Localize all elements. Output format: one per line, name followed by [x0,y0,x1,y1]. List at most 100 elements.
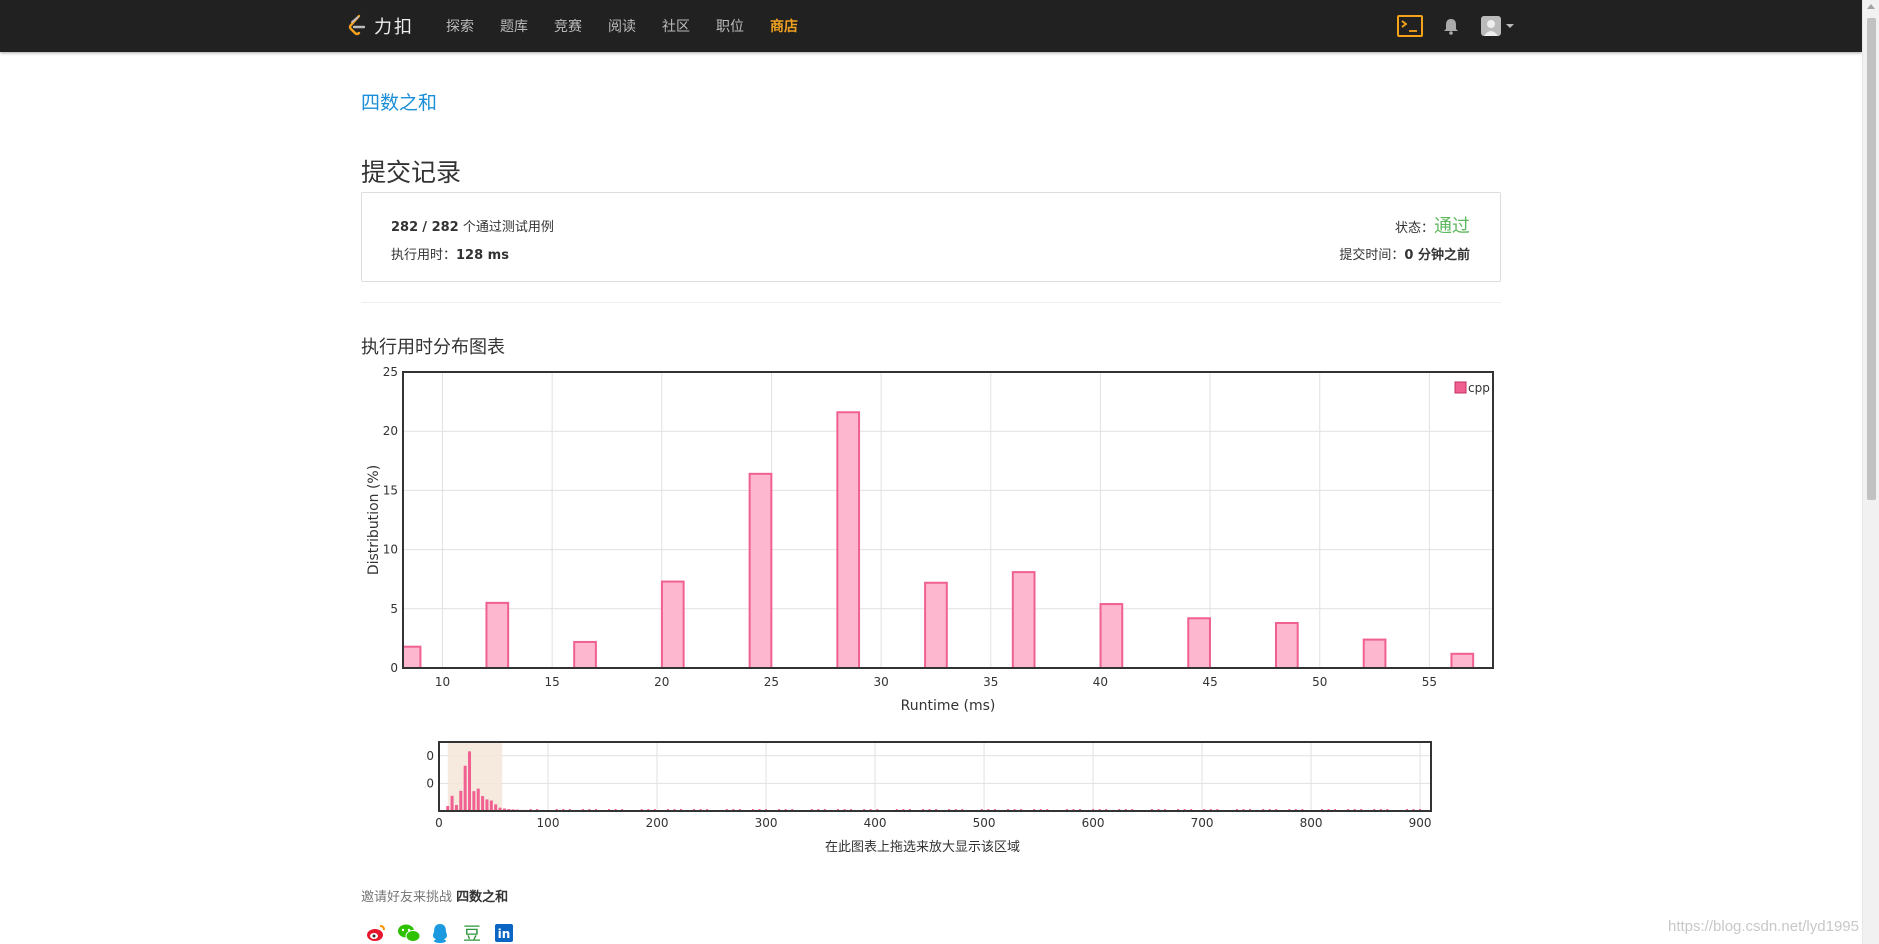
runtime-value: 128 ms [456,248,509,263]
chart-bar [485,601,510,670]
x-tick-label: 0 [435,816,443,830]
vertical-scrollbar[interactable] [1862,0,1879,944]
nav-jobs[interactable]: 职位 [716,16,744,36]
status-label: 状态： [1394,221,1434,236]
runtime-distribution-chart[interactable]: 10 15 20 25 30 35 40 45 50 55 0 5 10 15 20 25 Runtime (m… [361,362,1511,722]
runtime-chart-title: 执行用时分布图表 [361,337,505,358]
overview-bar [450,795,454,811]
user-icon [1484,20,1498,36]
x-tick-label: 20 [654,675,669,689]
runtime-line: 执行用时：128 ms [391,244,509,263]
linkedin-text: in [498,927,511,941]
x-tick-label: 40 [1093,675,1108,689]
submission-result-box: 282 / 282 个通过测试用例 执行用时：128 ms 状态：通过 提交时间… [361,192,1501,282]
overview-bar [476,788,480,811]
y-tick-label: 5 [390,602,398,616]
bell-icon [1444,19,1458,35]
console-icon [1397,15,1423,37]
avatar[interactable] [1481,16,1501,36]
problem-title-link[interactable]: 四数之和 [361,88,437,115]
x-tick-label: 45 [1202,675,1217,689]
invite-problem-name: 四数之和 [456,890,509,905]
plot-frame [402,371,1494,669]
x-tick-label: 10 [435,675,450,689]
status-line: 状态：通过 [1395,212,1470,238]
nav-problems[interactable]: 题库 [500,16,528,36]
submit-time-line: 提交时间：0 分钟之前 [1339,244,1470,263]
status-badge[interactable]: 通过 [1434,216,1470,237]
invite-prefix: 邀请好友来挑战 [361,890,453,905]
weibo-icon[interactable] [365,922,387,944]
brand-name: 力扣 [374,17,414,38]
nav-reading[interactable]: 阅读 [608,16,636,36]
user-menu[interactable] [1481,0,1514,52]
watermark: https://blog.csdn.net/lyd1995 [1668,918,1859,935]
submit-time-label: 提交时间： [1339,248,1405,263]
x-tick-label: 500 [973,816,996,830]
invite-text: 邀请好友来挑战 四数之和 [361,886,508,905]
leetcode-logo-icon [348,14,366,36]
y-tick-label: 20 [425,749,434,763]
y-tick-label: 0 [390,661,398,675]
x-tick-label: 200 [646,816,669,830]
x-tick-label: 400 [864,816,887,830]
overview-bar [481,796,485,811]
nav-contest[interactable]: 竞赛 [554,16,582,36]
passed-count: 282 [391,220,419,235]
overview-bar [489,800,493,811]
chevron-down-icon [1506,24,1514,28]
chart-bar [1362,638,1387,670]
x-axis-label: Runtime (ms) [901,698,996,714]
chart-bar [1099,603,1124,669]
linkedin-icon[interactable]: in [493,922,515,944]
chart-bar [573,640,597,669]
console-button[interactable] [1397,0,1423,52]
scroll-thumb[interactable] [1867,18,1876,500]
x-tick-label: 100 [537,816,560,830]
douban-char: 豆 [463,924,481,944]
overview-bar [472,791,476,811]
legend-label: cpp [1468,381,1490,395]
overview-frame [438,741,1432,812]
x-tick-label: 300 [755,816,778,830]
nav-explore[interactable]: 探索 [446,16,474,36]
x-tick-label: 50 [1312,675,1327,689]
overview-bar [463,765,467,811]
legend-swatch [1454,381,1467,394]
chart-bar [1011,571,1036,669]
chart-bar [924,581,948,669]
runtime-overview-chart[interactable]: 0 100 200 300 400 500 600 700 800 900 10 20 [425,736,1440,836]
chart-bar [748,472,773,669]
x-tick-label: 900 [1409,816,1432,830]
y-axis-label: Distribution (%) [366,465,382,575]
x-tick-label: 55 [1422,675,1437,689]
chart-bar [1274,622,1299,669]
notifications-button[interactable] [1442,0,1460,52]
brand-logo[interactable]: 力扣 [346,12,414,40]
share-buttons: 豆 in [365,922,525,944]
y-tick-label: 25 [383,365,398,379]
nav-community[interactable]: 社区 [662,16,690,36]
nav-store[interactable]: 商店 [770,16,798,36]
overview-bar [459,790,463,811]
runtime-label: 执行用时： [391,248,457,263]
douban-icon[interactable]: 豆 [461,922,483,944]
wechat-icon[interactable] [397,922,421,944]
chart-bar [660,580,685,669]
top-navbar: 力扣 探索 题库 竞赛 阅读 社区 职位 商店 [0,0,1862,52]
qq-icon[interactable] [429,922,451,944]
page-title: 提交记录 [361,158,462,187]
main-nav: 探索 题库 竞赛 阅读 社区 职位 商店 [446,0,824,52]
chart-bar [1450,652,1475,669]
submit-time-value: 0 分钟之前 [1404,248,1470,263]
scroll-up-icon[interactable] [1867,4,1875,9]
x-tick-label: 25 [764,675,779,689]
y-tick-label: 20 [383,424,398,438]
chart-bar [402,645,422,669]
section-divider [361,302,1501,303]
x-tick-label: 30 [873,675,888,689]
x-tick-label: 600 [1082,816,1105,830]
y-tick-label: 15 [383,483,398,497]
zoom-hint: 在此图表上拖选来放大显示该区域 [825,840,1021,855]
x-tick-label: 800 [1300,816,1323,830]
